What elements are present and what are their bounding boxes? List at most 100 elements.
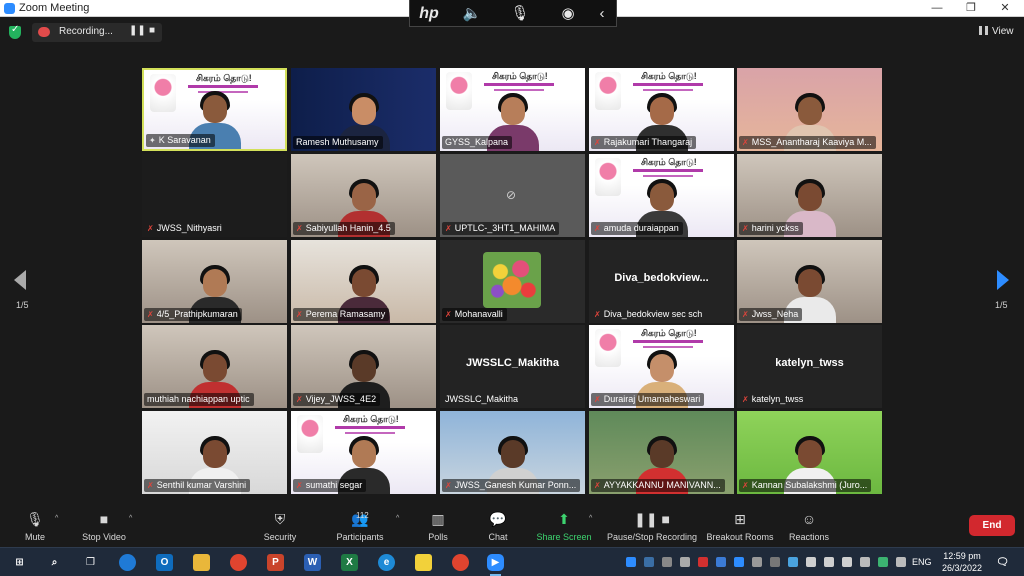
participant-tile[interactable]: ⊘ ✗ UPTLC-_3HT1_MAHIMA (440, 154, 585, 237)
audio-options-caret[interactable]: ^ (55, 515, 58, 522)
participant-name-tag: ✗ Kannan Subalakshmi (Juro... (739, 479, 872, 492)
share-screen-button[interactable]: ⬆ Share Screen (536, 509, 592, 547)
participant-face (797, 440, 822, 468)
participant-tile[interactable]: ✗ MSS_Anantharaj Kaaviya M... (737, 68, 882, 151)
internet-explorer-icon[interactable]: e (378, 554, 395, 571)
tray-zoom-icon[interactable] (626, 557, 636, 567)
file-explorer-icon[interactable] (193, 554, 210, 571)
task-view-icon[interactable]: ❐ (82, 554, 99, 571)
pause-stop-icon: ❚❚ ■ (634, 511, 670, 527)
pause-stop-recording-button[interactable]: ❚❚ ■ Pause/Stop Recording (606, 509, 698, 547)
participant-tile[interactable]: ✗ Kannan Subalakshmi (Juro... (737, 411, 882, 494)
word-icon[interactable]: W (304, 554, 321, 571)
participant-tile[interactable]: ✗ harini yckss (737, 154, 882, 237)
chrome-profile-icon[interactable] (452, 554, 469, 571)
participant-tile[interactable]: muthiah nachiappan uptic (142, 325, 287, 408)
participant-tile[interactable]: சிகரம் தொடு! ✗ sumathi segar (291, 411, 436, 494)
polls-button[interactable]: ▥ Polls (424, 509, 452, 547)
meeting-controls: 🎙 Mute ^ ■ Stop Video ^ ⛨ Security 👥 112… (0, 503, 1024, 547)
participant-tile[interactable]: ✗ JWSS_Ganesh Kumar Ponn... (440, 411, 585, 494)
participant-tile[interactable]: சிகரம் தொடு! ✗ Durairaj Umamaheswari (589, 325, 734, 408)
reactions-button[interactable]: ☺ Reactions (788, 509, 830, 547)
participants-options-caret[interactable]: ^ (396, 515, 399, 522)
tray-app-icon[interactable] (662, 557, 672, 567)
participant-name-tag: ✗ Senthil kumar Varshini (144, 479, 251, 492)
tray-app-icon[interactable] (860, 557, 870, 567)
participant-name: K Saravanan (158, 135, 211, 145)
bluetooth-icon[interactable] (734, 557, 744, 567)
school-logo (150, 74, 176, 112)
tray-app-icon[interactable] (698, 557, 708, 567)
participant-tile[interactable]: சிகரம் தொடு! ✦ K Saravanan (142, 68, 287, 151)
participant-face (351, 354, 376, 382)
sticky-notes-icon[interactable] (415, 554, 432, 571)
participant-name: katelyn_twss (751, 394, 804, 404)
participant-face (649, 440, 674, 468)
windows-start-icon[interactable]: ⊞ (11, 554, 28, 571)
participant-name-tag: ✗ 4/5_Prathipkumaran (144, 308, 242, 321)
tray-app-icon[interactable] (716, 557, 726, 567)
participant-tile[interactable]: ✗ Vijey_JWSS_4E2 (291, 325, 436, 408)
muted-microphone-icon: ✗ (296, 310, 303, 319)
muted-microphone-icon: ✗ (296, 481, 303, 490)
end-meeting-button[interactable]: End (969, 515, 1015, 536)
powerpoint-icon[interactable]: P (267, 554, 284, 571)
participant-name-tag: JWSSLC_Makitha (442, 393, 522, 406)
participant-name-tag: GYSS_Kalpana (442, 136, 513, 149)
outlook-icon[interactable]: O (156, 554, 173, 571)
participant-tile[interactable]: katelyn_twss ✗ katelyn_twss (737, 325, 882, 408)
volume-icon[interactable] (842, 557, 852, 567)
participant-name: UPTLC-_3HT1_MAHIMA (454, 223, 556, 233)
participant-name: Senthil kumar Varshini (156, 480, 247, 490)
participant-name-tag: ✗ UPTLC-_3HT1_MAHIMA (442, 222, 560, 235)
edge-icon[interactable] (119, 554, 136, 571)
zoom-taskbar-icon[interactable]: ▶ (487, 554, 504, 576)
participant-tile[interactable]: ✗ JWSS_Nithyasri (142, 154, 287, 237)
participant-face (351, 97, 376, 125)
participant-tile[interactable]: சிகரம் தொடு! ✗ Rajakumari Thangaraj (589, 68, 734, 151)
notifications-icon[interactable]: 🗨 (994, 554, 1011, 571)
participant-tile[interactable]: ✗ Senthil kumar Varshini (142, 411, 287, 494)
participant-tile[interactable]: சிகரம் தொடு! GYSS_Kalpana (440, 68, 585, 151)
participant-name: Durairaj Umamaheswari (603, 394, 701, 404)
system-clock[interactable]: 12:59 pm 26/3/2022 (940, 550, 984, 574)
participant-tile[interactable]: JWSSLC_Makitha JWSSLC_Makitha (440, 325, 585, 408)
share-options-caret[interactable]: ^ (589, 515, 592, 522)
tray-app-icon[interactable] (770, 557, 780, 567)
participant-tile[interactable]: ✗ AYYAKKANNU MANIVANN... (589, 411, 734, 494)
breakout-rooms-button[interactable]: ⊞ Breakout Rooms (706, 509, 774, 547)
video-options-caret[interactable]: ^ (129, 515, 132, 522)
excel-icon[interactable]: X (341, 554, 358, 571)
tray-app-icon[interactable] (752, 557, 762, 567)
tray-app-icon[interactable] (878, 557, 888, 567)
participant-tile[interactable]: சிகரம் தொடு! ✗ amuda duraiappan (589, 154, 734, 237)
clock-date: 26/3/2022 (941, 563, 983, 573)
participant-tile[interactable]: ✗ Jwss_Neha (737, 240, 882, 323)
mute-button[interactable]: 🎙 Mute (19, 509, 51, 547)
security-button[interactable]: ⛨ Security (262, 509, 298, 547)
muted-microphone-icon: ✗ (742, 224, 749, 233)
participant-tile[interactable]: ✗ Sabiyullah Hanin_4.5 (291, 154, 436, 237)
search-icon[interactable]: ⌕ (46, 554, 63, 571)
tray-app-icon[interactable] (680, 557, 690, 567)
participant-tile[interactable]: Ramesh Muthusamy (291, 68, 436, 151)
participant-name-tag: ✗ Vijey_JWSS_4E2 (293, 393, 381, 406)
chat-button[interactable]: 💬 Chat (484, 509, 512, 547)
wifi-icon[interactable] (824, 557, 834, 567)
tray-app-icon[interactable] (896, 557, 906, 567)
participants-button[interactable]: 👥 112 Participants (334, 509, 386, 547)
chrome-icon[interactable] (230, 554, 247, 571)
muted-microphone-icon: ✗ (296, 395, 303, 404)
tray-app-icon[interactable] (644, 557, 654, 567)
battery-icon[interactable] (806, 557, 816, 567)
participant-name: JWSS_Nithyasri (156, 223, 222, 233)
participant-tile[interactable]: ✗ Perema Ramasamy (291, 240, 436, 323)
participant-tile[interactable]: Diva_bedokview... ✗ Diva_bedokview sec sch (589, 240, 734, 323)
input-language[interactable]: ENG (912, 557, 932, 567)
stop-video-button[interactable]: ■ Stop Video (78, 509, 130, 547)
participant-tile[interactable]: ✗ 4/5_Prathipkumaran (142, 240, 287, 323)
participant-face (649, 354, 674, 382)
participant-tile[interactable]: ✗ Mohanavalli (440, 240, 585, 323)
tray-app-icon[interactable] (788, 557, 798, 567)
muted-microphone-icon: ✗ (147, 310, 154, 319)
